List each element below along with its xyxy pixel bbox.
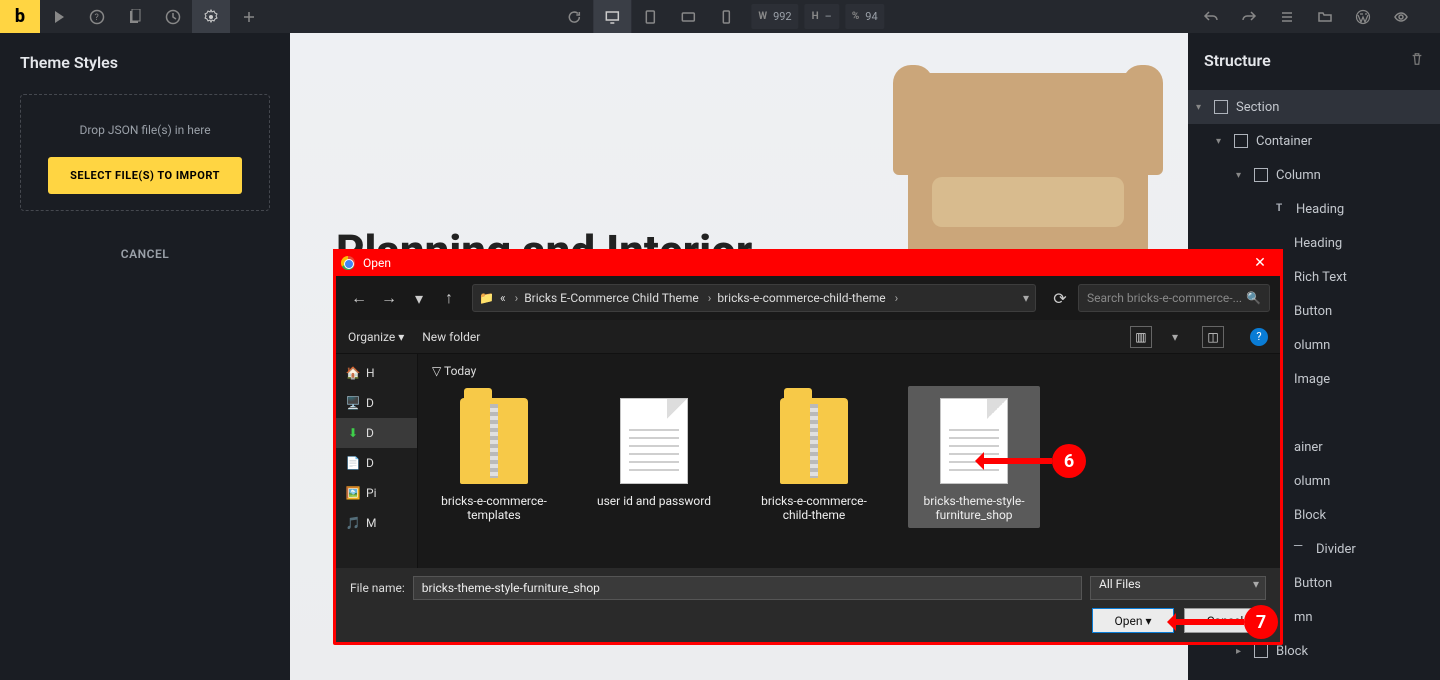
pages-icon[interactable] <box>116 0 154 33</box>
desktop-icon[interactable] <box>593 0 631 33</box>
quickaccess-item[interactable]: 🎵M <box>336 508 417 538</box>
top-toolbar: b ? W992 H– %94 <box>0 0 1440 33</box>
breadcrumb-seg[interactable]: bricks-e-commerce-child-theme <box>717 291 898 305</box>
tablet-portrait-icon[interactable] <box>631 0 669 33</box>
reload-icon[interactable] <box>555 0 593 33</box>
file-open-dialog: Open ✕ ← → ▾ ↑ 📁 « Bricks E-Commerce Chi… <box>333 249 1283 645</box>
nav-up-icon[interactable]: ↑ <box>436 285 462 311</box>
breadcrumb-seg[interactable]: « <box>500 291 518 305</box>
redo-icon[interactable] <box>1230 0 1268 33</box>
tablet-landscape-icon[interactable] <box>669 0 707 33</box>
nav-forward-icon[interactable]: → <box>376 285 402 311</box>
add-icon[interactable] <box>230 0 268 33</box>
nav-recent-icon[interactable]: ▾ <box>406 285 432 311</box>
breadcrumb-seg[interactable]: Bricks E-Commerce Child Theme <box>524 291 711 305</box>
file-item[interactable]: bricks-e-commerce-child-theme <box>748 386 880 528</box>
folder-icon[interactable] <box>1306 0 1344 33</box>
panel-title: Theme Styles <box>20 53 270 72</box>
filename-input[interactable] <box>413 576 1082 600</box>
address-bar[interactable]: 📁 « Bricks E-Commerce Child Theme bricks… <box>472 284 1036 312</box>
width-box[interactable]: W992 <box>751 4 798 29</box>
history-icon[interactable] <box>154 0 192 33</box>
search-placeholder-text: Search bricks-e-commerce-... <box>1087 291 1242 305</box>
tree-node[interactable]: ▾Column <box>1188 158 1440 192</box>
structure-title: Structure <box>1204 51 1271 70</box>
filename-label: File name: <box>350 581 405 595</box>
file-item[interactable]: bricks-e-commerce-templates <box>428 386 560 528</box>
zoom-box[interactable]: %94 <box>845 4 885 29</box>
drop-hint: Drop JSON file(s) in here <box>33 123 257 137</box>
select-files-button[interactable]: SELECT FILE(S) TO IMPORT <box>48 157 242 194</box>
chrome-icon <box>341 256 355 270</box>
preview-pane-icon[interactable]: ◫ <box>1202 326 1224 348</box>
tree-node[interactable]: ▾Section <box>1188 90 1440 124</box>
view-mode-icon[interactable]: ▥ <box>1130 326 1152 348</box>
svg-text:?: ? <box>95 13 99 23</box>
wordpress-icon[interactable] <box>1344 0 1382 33</box>
height-box[interactable]: H– <box>805 4 839 29</box>
folder-chip-icon: 📁 <box>479 291 494 305</box>
viewport-controls: W992 H– %94 <box>555 0 884 33</box>
mobile-icon[interactable] <box>707 0 745 33</box>
new-folder-button[interactable]: New folder <box>422 330 480 344</box>
dialog-cancel-button[interactable]: Cancel <box>1184 608 1266 633</box>
dialog-sidebar[interactable]: 🏠H🖥️D⬇D📄D🖼️Pi🎵M <box>336 354 418 568</box>
close-icon[interactable]: ✕ <box>1245 255 1275 271</box>
organize-menu[interactable]: Organize ▾ <box>348 330 404 344</box>
json-drop-zone[interactable]: Drop JSON file(s) in here SELECT FILE(S)… <box>20 94 270 211</box>
quickaccess-item[interactable]: 📄D <box>336 448 417 478</box>
refresh-icon[interactable]: ⟳ <box>1046 289 1074 308</box>
open-button[interactable]: Open ▾ <box>1092 608 1174 633</box>
help-icon[interactable]: ? <box>78 0 116 33</box>
play-icon[interactable] <box>40 0 78 33</box>
theme-styles-panel: Theme Styles Drop JSON file(s) in here S… <box>0 33 290 680</box>
dialog-navbar: ← → ▾ ↑ 📁 « Bricks E-Commerce Child Them… <box>336 276 1280 320</box>
nav-back-icon[interactable]: ← <box>346 285 372 311</box>
tree-node[interactable]: ▾Container <box>1188 124 1440 158</box>
filetype-select[interactable]: All Files <box>1090 576 1266 600</box>
file-item[interactable]: bricks-theme-style-furniture_shop <box>908 386 1040 528</box>
dialog-file-area[interactable]: ▽ Today bricks-e-commerce-templatesuser … <box>418 354 1280 568</box>
delete-icon[interactable] <box>1410 51 1424 70</box>
file-group-label: ▽ Today <box>432 364 1280 378</box>
cancel-import-button[interactable]: CANCEL <box>20 247 270 261</box>
dialog-help-icon[interactable]: ? <box>1250 328 1268 346</box>
list-icon[interactable] <box>1268 0 1306 33</box>
quickaccess-item[interactable]: 🏠H <box>336 358 417 388</box>
search-icon: 🔍 <box>1246 291 1261 305</box>
app-logo[interactable]: b <box>0 0 40 33</box>
dialog-search-input[interactable]: Search bricks-e-commerce-... 🔍 <box>1078 284 1270 312</box>
file-item[interactable]: user id and password <box>588 386 720 528</box>
quickaccess-item[interactable]: 🖥️D <box>336 388 417 418</box>
settings-icon[interactable] <box>192 0 230 33</box>
quickaccess-item[interactable]: 🖼️Pi <box>336 478 417 508</box>
dialog-titlebar[interactable]: Open ✕ <box>333 249 1283 276</box>
preview-icon[interactable] <box>1382 0 1420 33</box>
tree-node[interactable]: Heading <box>1188 192 1440 226</box>
dialog-title: Open <box>363 256 391 270</box>
chevron-down-icon[interactable]: ▾ <box>1023 291 1029 305</box>
quickaccess-item[interactable]: ⬇D <box>336 418 417 448</box>
undo-icon[interactable] <box>1192 0 1230 33</box>
